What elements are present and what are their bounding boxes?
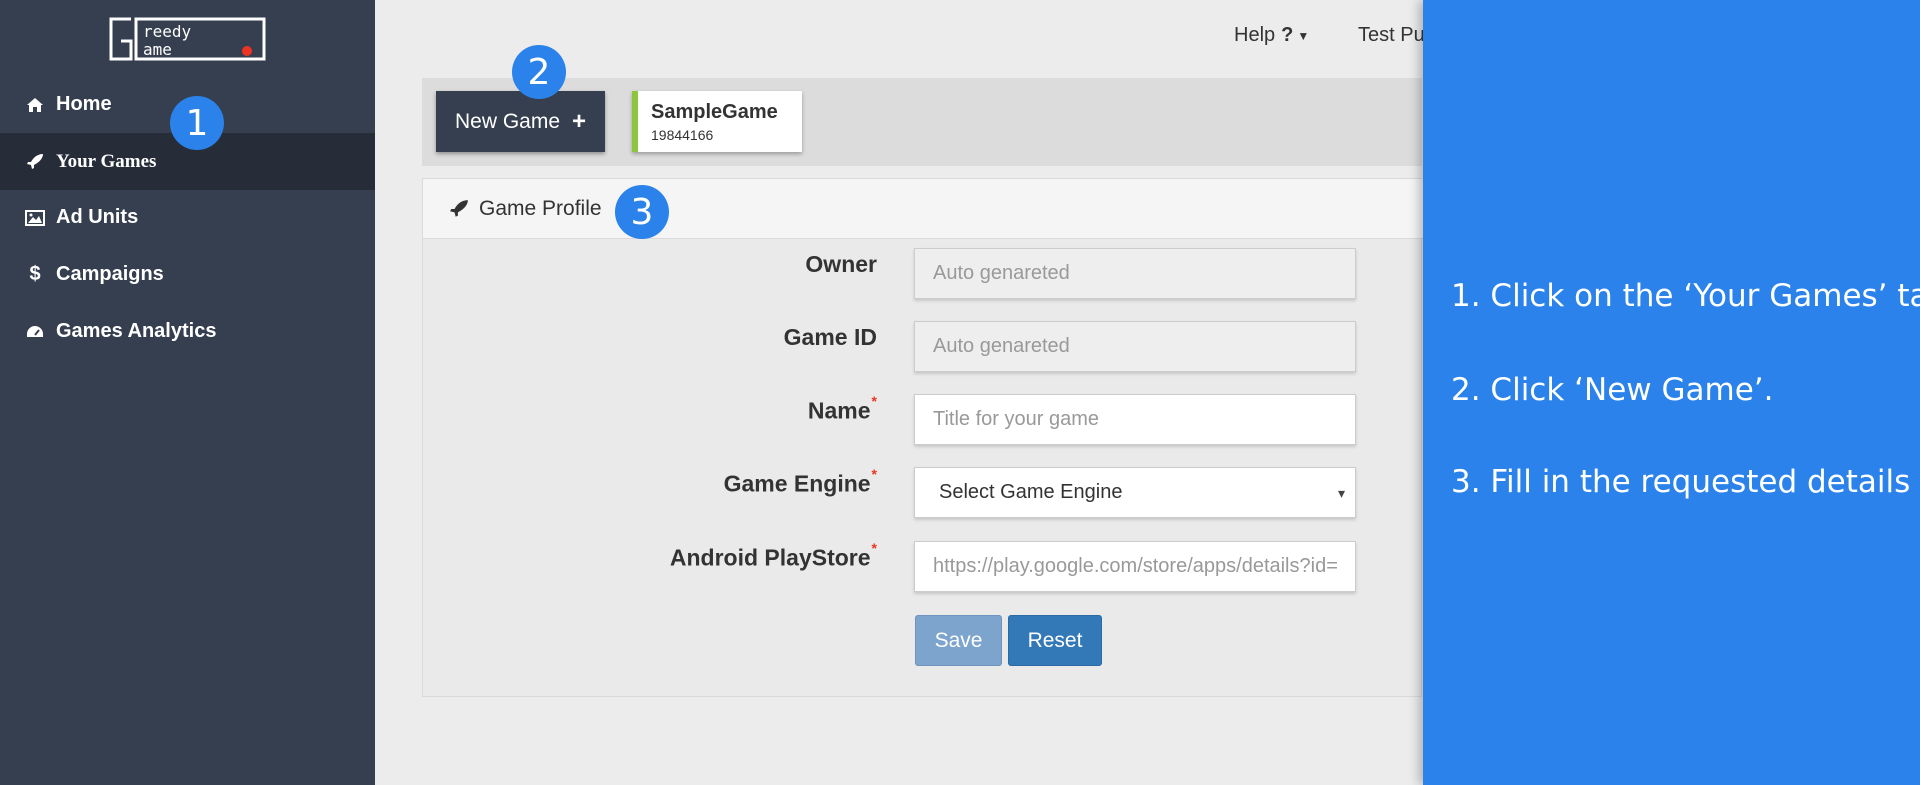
new-game-label: New Game [454, 109, 560, 133]
panel-title: Game Profile [479, 196, 602, 220]
instruction-step-2: 2. Click ‘New Game’. [1451, 372, 1774, 408]
game-card[interactable]: SampleGame 19844166 [632, 91, 802, 152]
reset-button[interactable]: Reset [1008, 615, 1102, 666]
game-engine-select[interactable]: Select Game Engine ▾ [914, 467, 1356, 518]
game-name: SampleGame [651, 101, 778, 123]
save-button[interactable]: Save [915, 615, 1002, 666]
dollar-icon: $ [29, 263, 41, 285]
name-label: Name* [807, 393, 877, 424]
user-name: Test Pu [1358, 24, 1425, 46]
user-menu[interactable]: Test Pu [1358, 24, 1425, 47]
new-game-button[interactable]: New Game + [436, 91, 605, 152]
instruction-step-1: 1. Click on the ‘Your Games’ tab [1451, 278, 1920, 314]
game-id-label: Game ID [783, 324, 877, 350]
sidebar-item-label: Ad Units [56, 206, 139, 228]
svg-text:ame: ame [143, 40, 172, 59]
game-id: 19844166 [651, 127, 714, 143]
rocket-icon [449, 199, 469, 219]
owner-label: Owner [805, 251, 877, 277]
dashboard-icon [24, 321, 46, 343]
rocket-icon [24, 151, 46, 173]
sidebar-item-label: Your Games [56, 150, 157, 172]
step-marker-2: 2 [512, 45, 566, 99]
help-label: Help [1234, 24, 1276, 46]
panel-header: Game Profile [423, 179, 1423, 239]
game-engine-label: Game Engine* [723, 466, 877, 497]
svg-text:reedy: reedy [143, 22, 192, 41]
step-marker-1: 1 [170, 96, 224, 150]
question-icon: ? [1281, 24, 1294, 46]
sidebar-item-label: Home [56, 93, 112, 115]
chevron-down-icon: ▾ [1337, 485, 1345, 501]
name-field[interactable]: Title for your game [914, 394, 1356, 445]
sidebar-item-label: Games Analytics [56, 320, 217, 342]
instruction-step-3: 3. Fill in the requested details [1451, 464, 1911, 500]
playstore-label: Android PlayStore* [669, 540, 877, 571]
sidebar-item-games-analytics[interactable]: Games Analytics [0, 303, 375, 360]
greedygame-logo[interactable]: reedy ame [107, 15, 269, 63]
plus-icon: + [572, 107, 587, 135]
home-icon [24, 94, 46, 116]
image-icon [24, 207, 46, 229]
sidebar-item-ad-units[interactable]: Ad Units [0, 189, 375, 246]
step-marker-3: 3 [615, 185, 669, 239]
help-menu[interactable]: Help ? ▼ [1234, 24, 1309, 47]
sidebar-item-label: Campaigns [56, 263, 164, 285]
caret-down-icon: ▼ [1297, 28, 1310, 43]
owner-field[interactable]: Auto genareted [914, 248, 1356, 299]
sidebar-item-campaigns[interactable]: $ Campaigns [0, 246, 375, 303]
playstore-url-field[interactable]: https://play.google.com/store/apps/detai… [914, 541, 1356, 592]
game-id-field[interactable]: Auto genareted [914, 321, 1356, 372]
